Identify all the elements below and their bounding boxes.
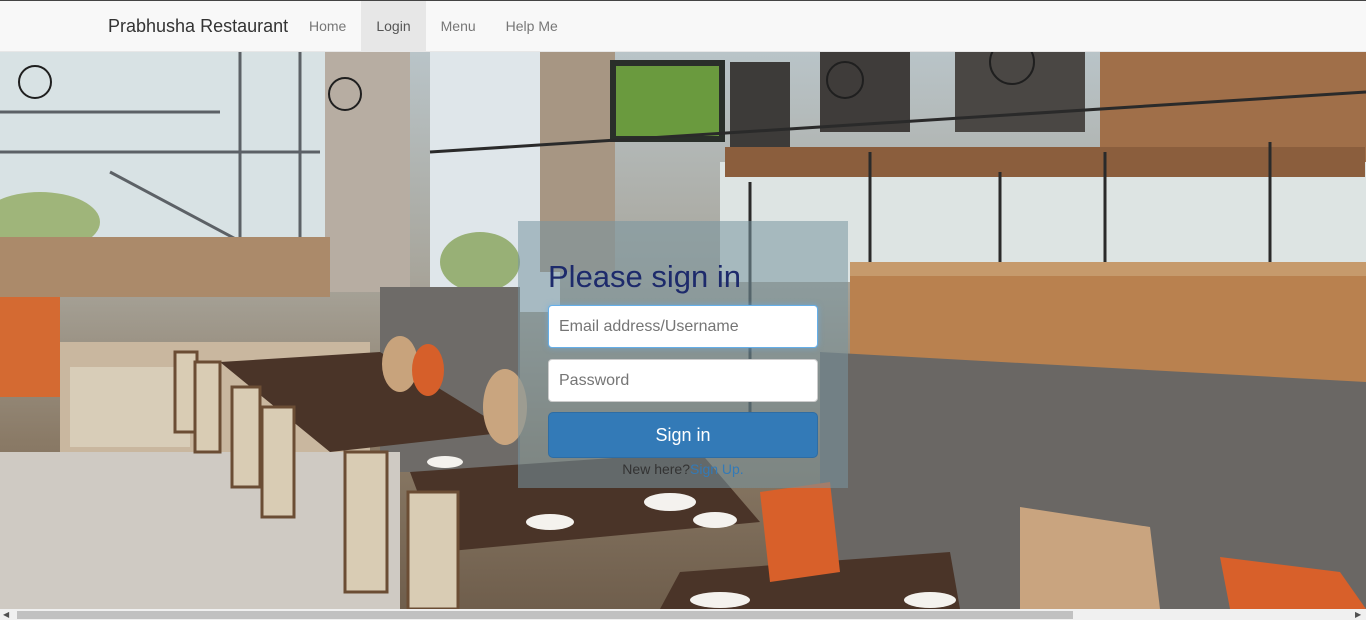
signup-prompt: New here?Sign Up. [518,461,848,477]
email-field[interactable] [548,305,818,348]
navbar: Prabhusha Restaurant Home Login Menu Hel… [0,1,1366,52]
signin-title: Please sign in [548,259,742,294]
scroll-right-arrow-icon[interactable]: ▶ [1355,610,1361,620]
signin-panel: Please sign in Sign in New here?Sign Up. [518,221,848,488]
scroll-left-arrow-icon[interactable]: ◀ [3,610,9,620]
nav-menu: Home Login Menu Help Me [294,1,573,52]
nav-item-menu[interactable]: Menu [426,1,491,52]
signup-link[interactable]: Sign Up. [690,461,744,477]
brand-link[interactable]: Prabhusha Restaurant [108,1,288,52]
password-field[interactable] [548,359,818,402]
nav-item-login[interactable]: Login [361,1,426,52]
new-here-text: New here? [622,461,690,477]
signin-button[interactable]: Sign in [548,412,818,458]
scrollbar-thumb[interactable] [17,611,1073,619]
nav-item-home[interactable]: Home [294,1,361,52]
nav-item-help[interactable]: Help Me [491,1,573,52]
horizontal-scrollbar[interactable]: ◀ ▶ [0,609,1366,620]
